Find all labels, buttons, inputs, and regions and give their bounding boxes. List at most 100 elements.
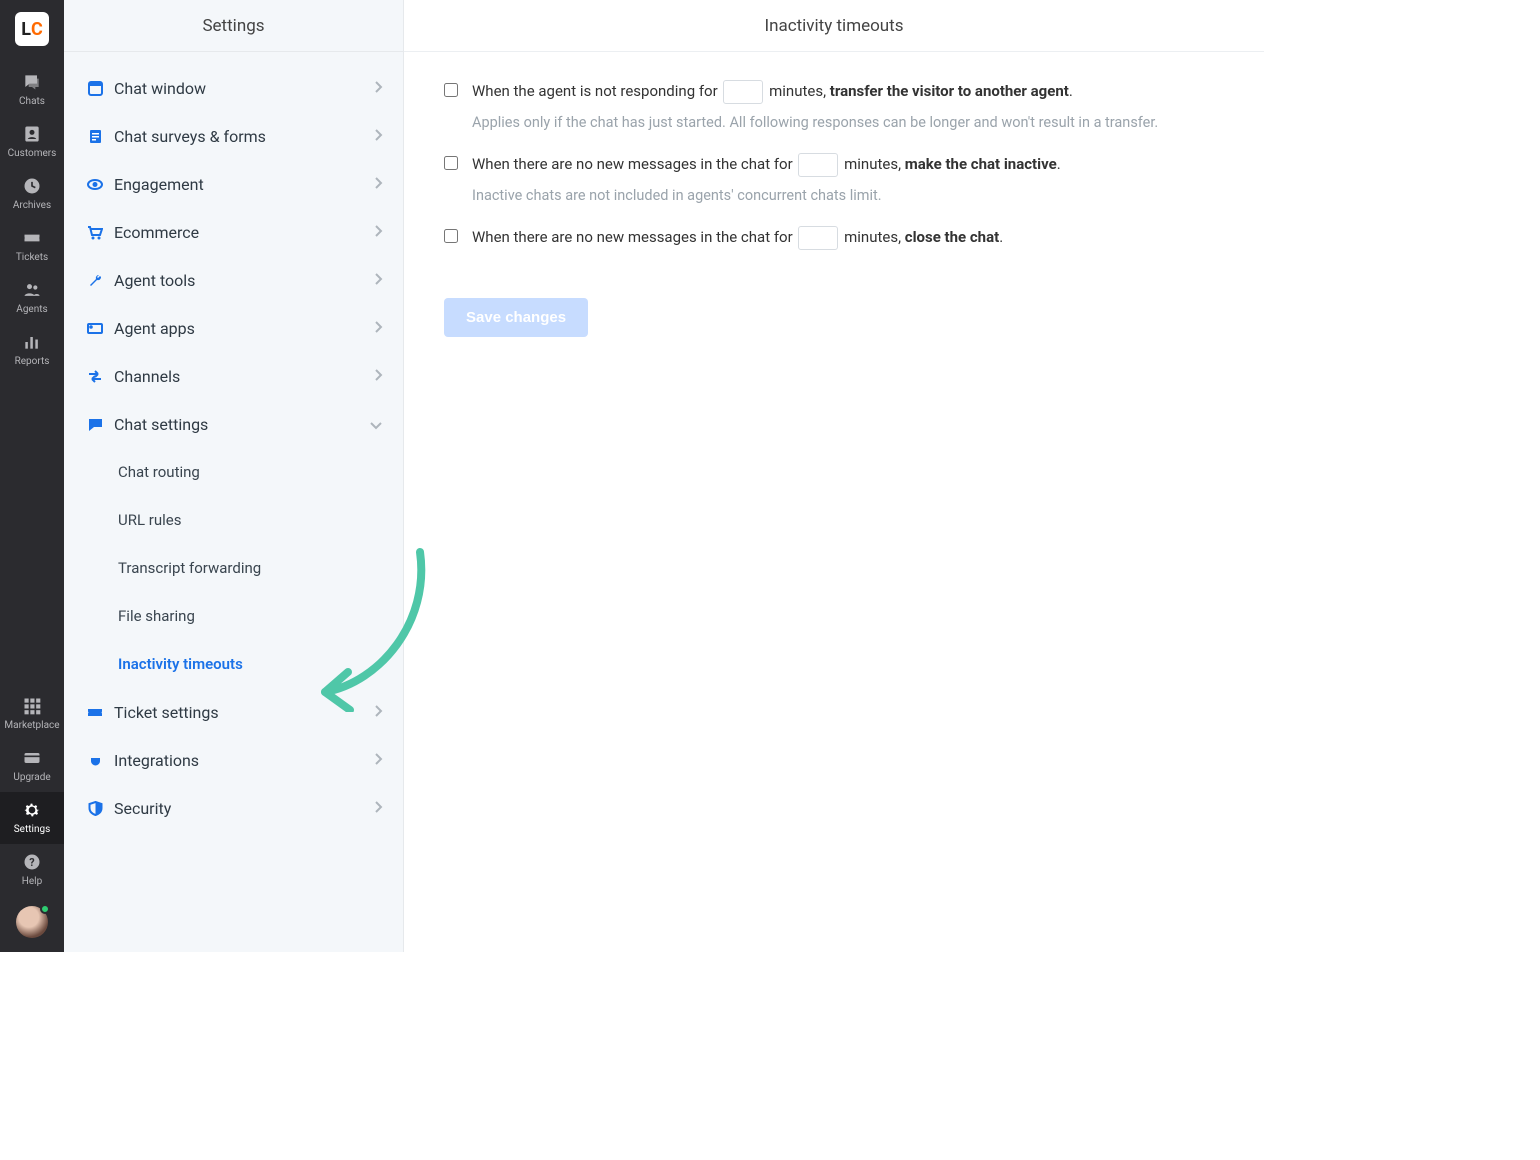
chevron-right-icon <box>373 223 383 242</box>
sidebar-item-agent-apps[interactable]: Agent apps <box>64 304 403 352</box>
timeout-checkbox-3[interactable] <box>444 229 458 243</box>
rail-item-label: Archives <box>13 200 51 211</box>
save-button[interactable]: Save changes <box>444 298 588 337</box>
sidebar-subitem-url-rules[interactable]: URL rules <box>64 496 403 544</box>
timeout-checkbox-2[interactable] <box>444 156 458 170</box>
chevron-right-icon <box>373 79 383 98</box>
bar-chart-icon <box>21 331 43 353</box>
rail-item-reports[interactable]: Reports <box>0 324 64 376</box>
chat-settings-icon <box>82 417 108 432</box>
chevron-right-icon <box>373 703 383 722</box>
chevron-right-icon <box>373 367 383 386</box>
rail-item-label: Help <box>22 876 42 887</box>
rail-item-label: Agents <box>16 304 47 315</box>
rail-item-label: Marketplace <box>4 720 59 731</box>
minutes-input-1[interactable] <box>723 80 763 104</box>
sidebar-title: Settings <box>64 0 403 52</box>
question-icon: ? <box>21 851 43 873</box>
rail-item-tickets[interactable]: Tickets <box>0 220 64 272</box>
cart-icon <box>82 225 108 240</box>
sidebar-item-chat-window[interactable]: Chat window <box>64 64 403 112</box>
minutes-input-3[interactable] <box>798 226 838 250</box>
sidebar-subitem-inactivity-timeouts[interactable]: Inactivity timeouts <box>64 640 403 688</box>
gear-icon <box>21 799 43 821</box>
presence-indicator <box>40 904 50 914</box>
sidebar-item-agent-tools[interactable]: Agent tools <box>64 256 403 304</box>
sidebar-item-security[interactable]: Security <box>64 784 403 832</box>
customer-icon <box>21 123 43 145</box>
minutes-input-2[interactable] <box>798 153 838 177</box>
settings-sidebar: Settings Chat window Chat surveys & forms… <box>64 0 404 952</box>
timeout-option-2: When there are no new messages in the ch… <box>444 153 1224 177</box>
rail-item-label: Reports <box>15 356 50 367</box>
rail-item-agents[interactable]: Agents <box>0 272 64 324</box>
ticket-icon <box>21 227 43 249</box>
timeout-checkbox-1[interactable] <box>444 83 458 97</box>
chat-icon <box>21 71 43 93</box>
chevron-right-icon <box>373 799 383 818</box>
sidebar-item-ecommerce[interactable]: Ecommerce <box>64 208 403 256</box>
eye-icon <box>82 177 108 192</box>
rail-item-label: Settings <box>14 824 51 835</box>
sidebar-item-channels[interactable]: Channels <box>64 352 403 400</box>
rail-item-archives[interactable]: Archives <box>0 168 64 220</box>
logo-letter-l: L <box>21 19 31 40</box>
main-panel: Inactivity timeouts When the agent is no… <box>404 0 1264 952</box>
sidebar-subitem-transcript-forwarding[interactable]: Transcript forwarding <box>64 544 403 592</box>
rail-item-upgrade[interactable]: Upgrade <box>0 740 64 792</box>
people-icon <box>21 279 43 301</box>
logo-letter-c: C <box>31 19 43 40</box>
timeout-help-1: Applies only if the chat has just starte… <box>472 114 1224 131</box>
rail-item-label: Upgrade <box>13 772 50 783</box>
rail-item-marketplace[interactable]: Marketplace <box>0 688 64 740</box>
window-icon <box>82 81 108 96</box>
grid-icon <box>21 695 43 717</box>
timeout-text: When there are no new messages in the ch… <box>472 153 1061 177</box>
channels-icon <box>82 369 108 384</box>
sidebar-item-chat-surveys-forms[interactable]: Chat surveys & forms <box>64 112 403 160</box>
chevron-right-icon <box>373 319 383 338</box>
sidebar-item-ticket-settings[interactable]: Ticket settings <box>64 688 403 736</box>
chevron-right-icon <box>373 271 383 290</box>
rail-item-chats[interactable]: Chats <box>0 64 64 116</box>
sidebar-subitem-chat-routing[interactable]: Chat routing <box>64 448 403 496</box>
chevron-right-icon <box>373 127 383 146</box>
form-icon <box>82 129 108 144</box>
rail-item-settings[interactable]: Settings <box>0 792 64 844</box>
sidebar-item-label: Ticket settings <box>108 703 373 722</box>
rail-item-customers[interactable]: Customers <box>0 116 64 168</box>
sidebar-item-label: Chat settings <box>108 415 369 434</box>
card-icon <box>21 747 43 769</box>
sidebar-item-label: Channels <box>108 367 373 386</box>
user-avatar[interactable] <box>16 906 48 938</box>
sidebar-item-label: Ecommerce <box>108 223 373 242</box>
plug-icon <box>82 753 108 768</box>
rail-item-label: Tickets <box>16 252 48 263</box>
sidebar-item-label: Agent tools <box>108 271 373 290</box>
shield-icon <box>82 801 108 816</box>
svg-text:?: ? <box>29 856 34 869</box>
timeout-option-1: When the agent is not responding for min… <box>444 80 1224 104</box>
nav-rail: LC Chats Customers Archives Tickets Agents Re… <box>0 0 64 952</box>
rail-item-help[interactable]: ? Help <box>0 844 64 896</box>
timeout-text: When the agent is not responding for min… <box>472 80 1073 104</box>
sidebar-item-label: Engagement <box>108 175 373 194</box>
chevron-right-icon <box>373 751 383 770</box>
app-logo: LC <box>15 12 49 46</box>
sidebar-item-label: Agent apps <box>108 319 373 338</box>
ticket-settings-icon <box>82 705 108 720</box>
wrench-icon <box>82 273 108 288</box>
timeout-text: When there are no new messages in the ch… <box>472 226 1003 250</box>
sidebar-item-label: Security <box>108 799 373 818</box>
rail-item-label: Chats <box>19 96 45 107</box>
sidebar-item-chat-settings[interactable]: Chat settings <box>64 400 403 448</box>
sidebar-item-label: Chat surveys & forms <box>108 127 373 146</box>
rail-item-label: Customers <box>8 148 57 159</box>
sidebar-item-label: Integrations <box>108 751 373 770</box>
page-title: Inactivity timeouts <box>404 0 1264 52</box>
timeout-help-2: Inactive chats are not included in agent… <box>472 187 1224 204</box>
sidebar-item-engagement[interactable]: Engagement <box>64 160 403 208</box>
chevron-right-icon <box>373 175 383 194</box>
sidebar-item-integrations[interactable]: Integrations <box>64 736 403 784</box>
sidebar-subitem-file-sharing[interactable]: File sharing <box>64 592 403 640</box>
